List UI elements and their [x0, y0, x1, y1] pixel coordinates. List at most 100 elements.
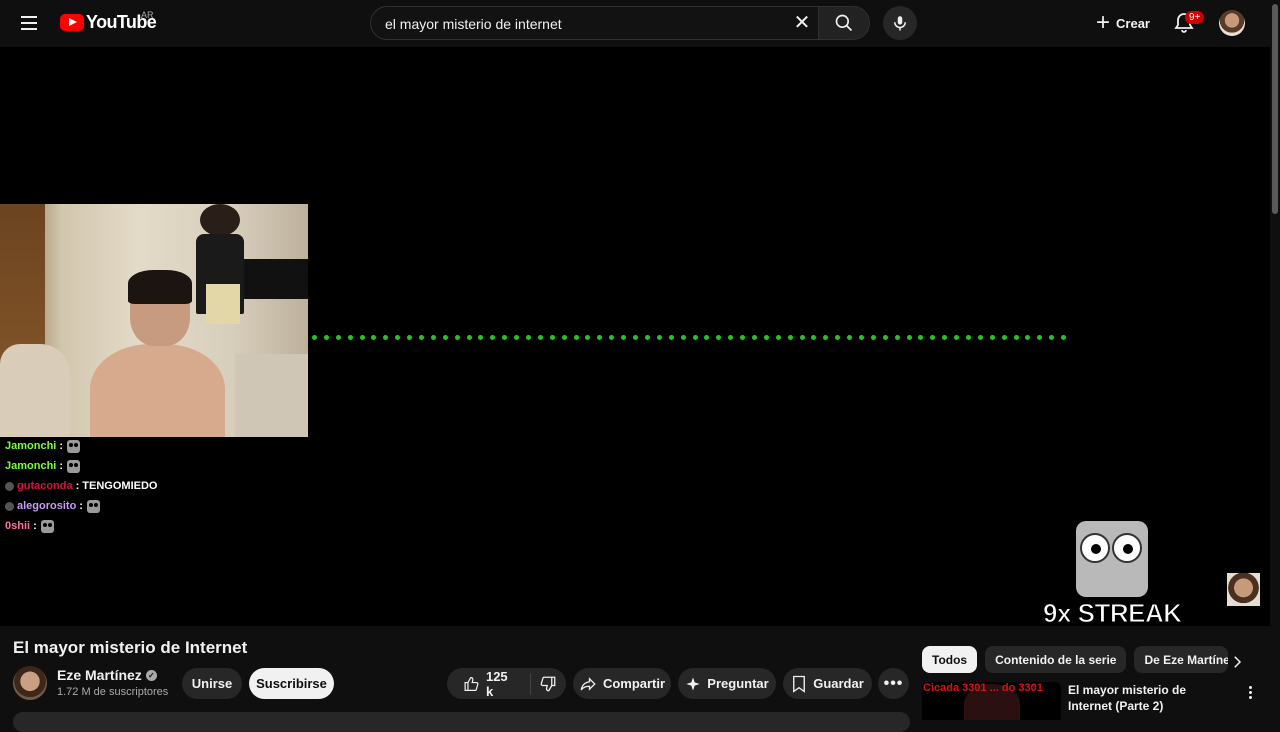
- share-icon: [580, 676, 596, 691]
- visualizer-dot: [692, 335, 698, 340]
- chat-message: 0shii:: [5, 516, 157, 536]
- visualizer-dot: [1049, 335, 1055, 340]
- ask-button[interactable]: Preguntar: [678, 668, 776, 699]
- visualizer-dot: [989, 335, 995, 340]
- share-button[interactable]: Compartir: [573, 668, 671, 699]
- chat-colon: :: [33, 520, 37, 532]
- chat-colon: :: [75, 480, 80, 492]
- join-button[interactable]: Unirse: [182, 668, 242, 699]
- page-scrollbar[interactable]: [1270, 0, 1280, 720]
- visualizer-dot: [668, 335, 674, 340]
- visualizer-dot: [906, 335, 912, 340]
- visualizer-dot: [930, 335, 936, 340]
- visualizer-dot: [835, 335, 841, 340]
- voice-search-button[interactable]: [883, 6, 917, 40]
- microphone-icon: [894, 16, 906, 31]
- chat-message: alegorosito:: [5, 496, 157, 516]
- visualizer-dot: [954, 335, 960, 340]
- channel-avatar[interactable]: [13, 666, 47, 700]
- visualizer-dot: [466, 335, 472, 340]
- channel-name-text[interactable]: Eze Martínez: [57, 667, 142, 683]
- visualizer-dot: [419, 335, 425, 340]
- visualizer-dot: [704, 335, 710, 340]
- youtube-play-icon: [60, 14, 84, 31]
- save-label: Guardar: [813, 676, 864, 691]
- visualizer-dot: [561, 335, 567, 340]
- more-actions-button[interactable]: •••: [878, 668, 909, 699]
- visualizer-dot: [490, 335, 496, 340]
- visualizer-dot: [716, 335, 722, 340]
- search-query[interactable]: el mayor misterio de internet: [385, 16, 562, 32]
- region-code: AR: [141, 10, 154, 20]
- visualizer-dot: [1001, 335, 1007, 340]
- chip-series[interactable]: Contenido de la serie: [985, 646, 1127, 673]
- chat-username: 0shii: [5, 520, 31, 532]
- chat-username: alegorosito: [17, 500, 77, 512]
- chat-colon: :: [59, 440, 64, 452]
- visualizer-dot: [799, 335, 805, 340]
- chevron-right-icon[interactable]: [1228, 653, 1246, 671]
- search-input[interactable]: el mayor misterio de internet ✕: [370, 6, 818, 40]
- streak-label: 9x STREAK: [1043, 598, 1183, 629]
- menu-icon[interactable]: [16, 11, 44, 35]
- visualizer-dot: [371, 335, 377, 340]
- chat-message: Jamonchi:: [5, 436, 157, 456]
- visualizer-dot: [965, 335, 971, 340]
- recommendation-title[interactable]: El mayor misterio de Internet (Parte 2): [1068, 682, 1228, 714]
- save-button[interactable]: Guardar: [783, 668, 872, 699]
- account-avatar[interactable]: [1219, 10, 1245, 36]
- visualizer-dot: [847, 335, 853, 340]
- audio-visualizer-dots: [312, 335, 1067, 340]
- thumbnail-text: Cicada 3301 ... do 3301: [923, 682, 1043, 694]
- join-label: Unirse: [191, 676, 233, 691]
- dislike-button[interactable]: [531, 668, 566, 699]
- like-dislike-group: 125 k: [447, 668, 566, 699]
- visualizer-dot: [918, 335, 924, 340]
- visualizer-dot: [585, 335, 591, 340]
- description-box[interactable]: [13, 712, 910, 732]
- thumbs-up-icon: [464, 676, 479, 691]
- visualizer-dot: [347, 335, 353, 340]
- chat-username: Jamonchi: [5, 440, 57, 452]
- chat-username: Jamonchi: [5, 460, 57, 472]
- visualizer-dot: [526, 335, 532, 340]
- chat-username: gutaconda: [17, 480, 73, 492]
- share-label: Compartir: [602, 676, 666, 691]
- channel-watermark[interactable]: [1227, 573, 1260, 606]
- webcam-overlay: [0, 204, 308, 437]
- scrollbar-thumb[interactable]: [1272, 4, 1278, 214]
- chat-text: TENGOMIEDO: [82, 480, 158, 492]
- visualizer-dot: [407, 335, 413, 340]
- chip-todos[interactable]: Todos: [922, 646, 978, 673]
- visualizer-dot: [478, 335, 484, 340]
- recommendation-thumbnail[interactable]: Cicada 3301 ... do 3301: [922, 682, 1061, 720]
- stream-chat-overlay: Jamonchi: Jamonchi: gutaconda: TENGOMIEDO al…: [5, 436, 157, 536]
- like-button[interactable]: 125 k: [447, 668, 517, 699]
- visualizer-dot: [1037, 335, 1043, 340]
- search-icon: [835, 14, 853, 32]
- visualizer-dot: [633, 335, 639, 340]
- visualizer-dot: [335, 335, 341, 340]
- chat-colon: :: [79, 500, 83, 512]
- visualizer-dot: [1025, 335, 1031, 340]
- clear-search-icon[interactable]: ✕: [791, 12, 813, 34]
- video-player[interactable]: Jamonchi: Jamonchi: gutaconda: TENGOMIEDO al…: [0, 47, 1270, 629]
- chat-badge-icon: [5, 481, 14, 491]
- chip-channel[interactable]: De Eze Martínez: [1134, 646, 1229, 673]
- related-filter-chips: Todos Contenido de la serie De Eze Martí…: [922, 646, 1229, 673]
- subscriber-count: 1.72 M de suscriptores: [57, 686, 169, 698]
- visualizer-dot: [454, 335, 460, 340]
- plus-icon: +: [1096, 9, 1111, 36]
- subscribe-button[interactable]: Suscribirse: [249, 668, 334, 699]
- ask-label: Preguntar: [707, 676, 769, 691]
- create-button[interactable]: + Crear: [1088, 7, 1158, 39]
- search-button[interactable]: [818, 6, 870, 40]
- visualizer-dot: [740, 335, 746, 340]
- channel-name[interactable]: Eze Martínez ✓: [57, 667, 157, 683]
- visualizer-dot: [537, 335, 543, 340]
- chat-emote-icon: [67, 459, 81, 473]
- chat-emote-icon: [86, 499, 100, 513]
- visualizer-dot: [811, 335, 817, 340]
- chat-message: gutaconda: TENGOMIEDO: [5, 476, 157, 496]
- more-vertical-icon[interactable]: [1243, 683, 1257, 701]
